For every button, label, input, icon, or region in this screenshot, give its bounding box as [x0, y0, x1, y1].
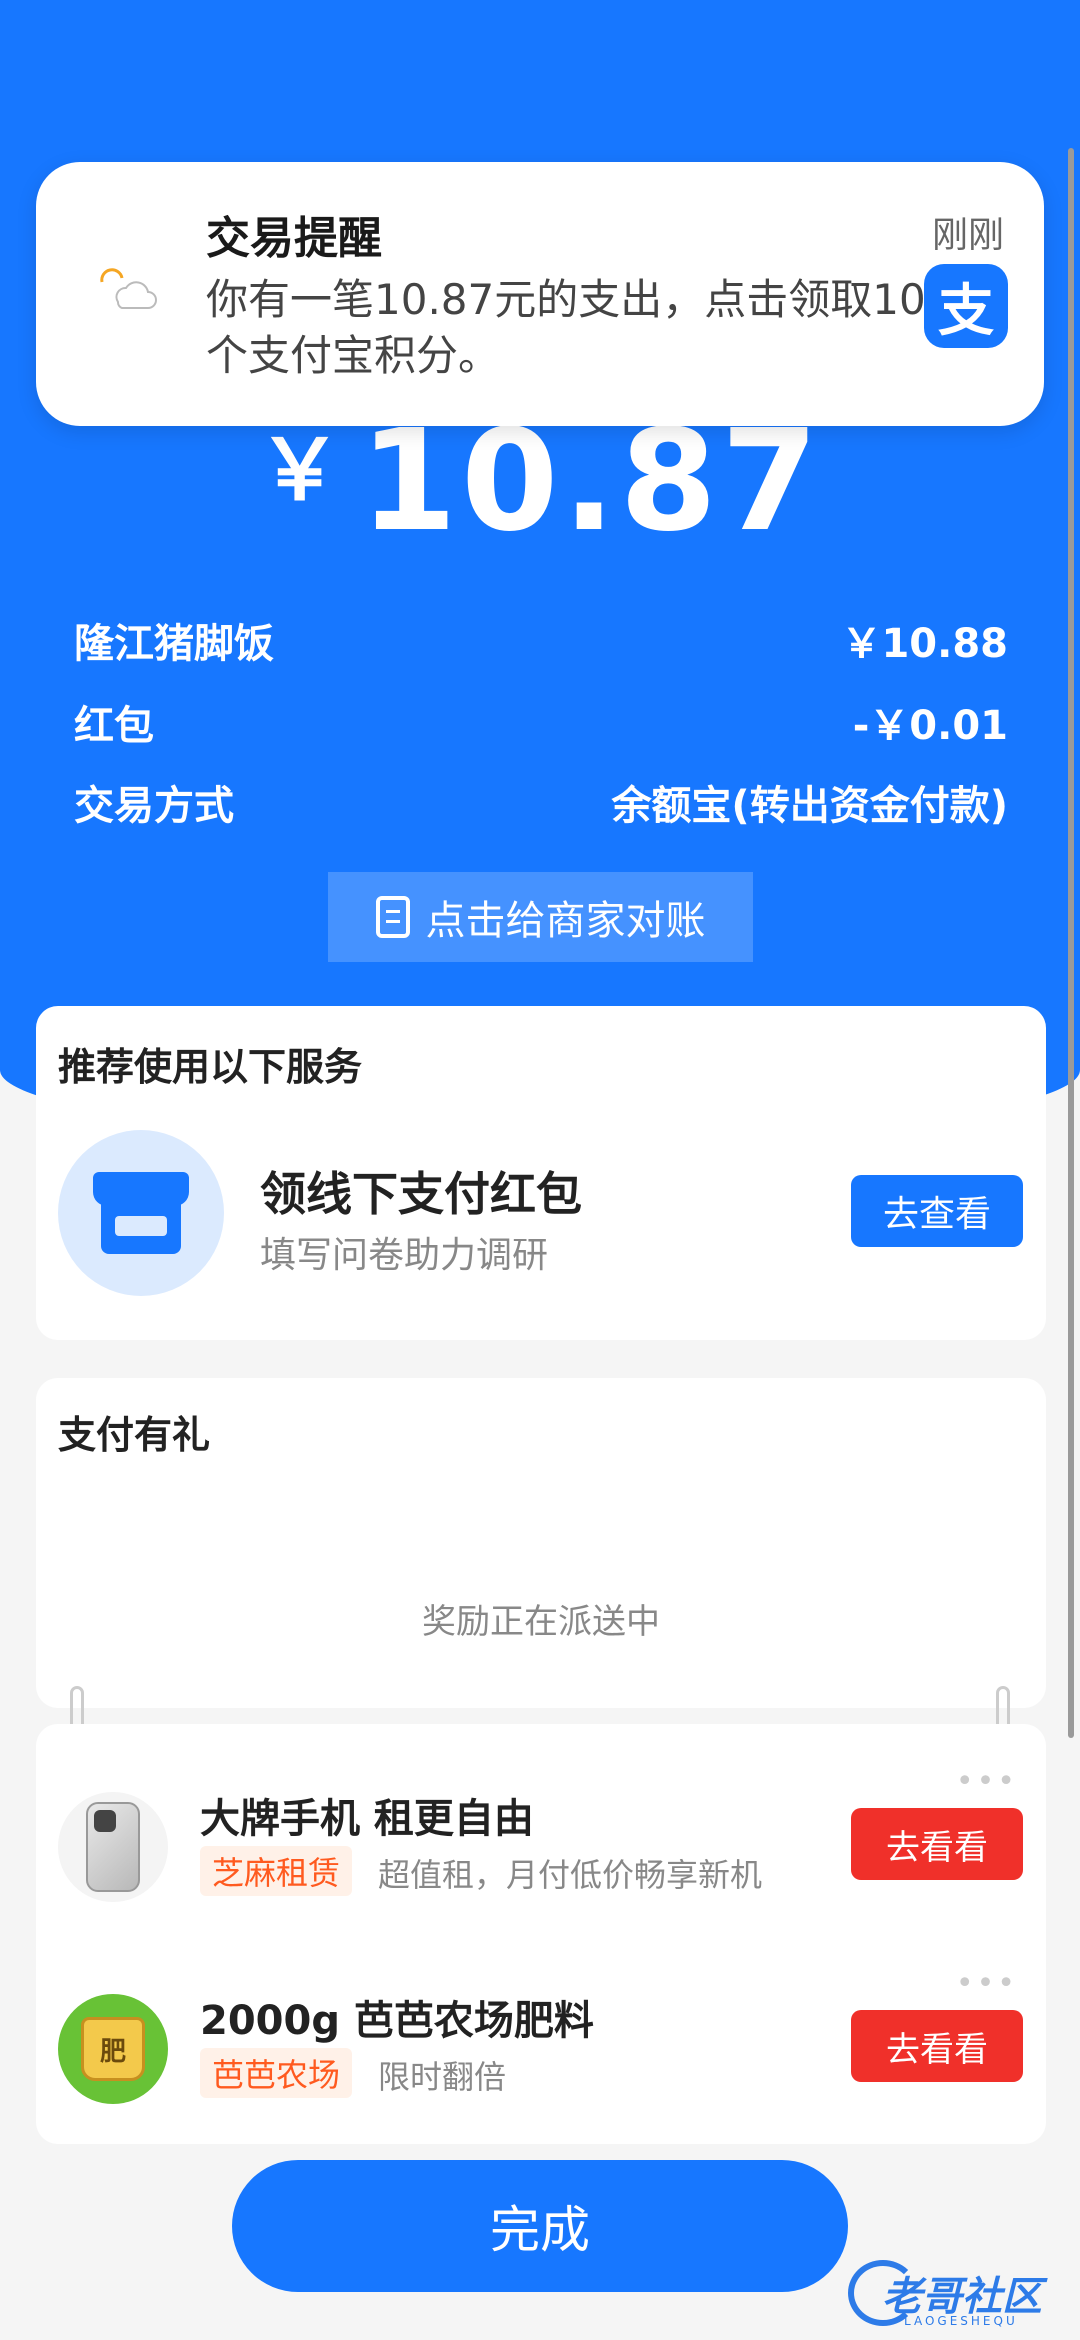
- gift-status: 奖励正在派送中: [422, 1602, 660, 1642]
- store-icon-badge: [58, 1130, 224, 1296]
- fertilizer-bag-icon: 肥: [58, 1994, 168, 2104]
- offer-tag: 芝麻租赁: [200, 1846, 353, 1896]
- detail-value: -￥0.01: [852, 703, 1008, 749]
- offer-tag: 芭芭农场: [200, 2048, 353, 2098]
- detail-label: 红包: [74, 703, 154, 749]
- offer-title: 2000g 芭芭农场肥料: [200, 1998, 594, 2044]
- recommend-title: 推荐使用以下服务: [58, 1045, 363, 1089]
- phone-icon: [58, 1792, 168, 1902]
- done-button[interactable]: 完成: [232, 2160, 848, 2292]
- recommend-item-title: 领线下支付红包: [260, 1167, 582, 1221]
- reconcile-button[interactable]: 点击给商家对账: [328, 872, 753, 962]
- offer-view-button[interactable]: 去看看: [851, 2010, 1023, 2082]
- gift-card: 支付有礼 奖励正在派送中: [36, 1378, 1046, 1708]
- offer-view-button[interactable]: 去看看: [851, 1808, 1023, 1880]
- notification-body: 你有一笔10.87元的支出，点击领取10个支付宝积分。: [206, 275, 926, 380]
- store-icon: [93, 1172, 189, 1254]
- reconcile-label: 点击给商家对账: [425, 898, 706, 944]
- detail-row-merchant: 隆江猪脚饭 ￥10.88: [74, 610, 1008, 670]
- currency-symbol: ￥: [257, 421, 346, 519]
- scrollbar[interactable]: [1068, 148, 1074, 1738]
- offer-title: 大牌手机 租更自由: [200, 1796, 534, 1842]
- notification-title: 交易提醒: [206, 213, 382, 264]
- offer-desc: 超值租，月付低价畅享新机: [378, 1856, 763, 1894]
- detail-row-method: 交易方式 余额宝(转出资金付款): [74, 772, 1008, 832]
- recommend-card: 推荐使用以下服务 领线下支付红包 填写问卷助力调研 去查看: [36, 1006, 1046, 1340]
- watermark-logo: 老哥社区 LAOGESHEQU: [844, 2252, 1080, 2340]
- offer-desc: 限时翻倍: [378, 2058, 507, 2096]
- detail-value: 余额宝(转出资金付款): [611, 783, 1008, 829]
- detail-label: 交易方式: [74, 783, 234, 829]
- notification-banner[interactable]: 交易提醒 你有一笔10.87元的支出，点击领取10个支付宝积分。 刚刚 支: [36, 162, 1044, 426]
- more-icon[interactable]: •••: [956, 1966, 1018, 2001]
- recommend-item-subtitle: 填写问卷助力调研: [260, 1235, 549, 1276]
- cloud-icon: [100, 268, 157, 309]
- gift-title: 支付有礼: [58, 1413, 211, 1457]
- detail-row-red-packet: 红包 -￥0.01: [74, 692, 1008, 752]
- alipay-logo-icon: 支: [924, 264, 1008, 348]
- detail-label: 隆江猪脚饭: [74, 621, 274, 667]
- document-icon: [375, 896, 410, 938]
- detail-value: ￥10.88: [841, 621, 1008, 667]
- offers-card: ••• 大牌手机 租更自由 芝麻租赁 超值租，月付低价畅享新机 去看看 ••• …: [36, 1724, 1046, 2144]
- view-service-button[interactable]: 去查看: [851, 1175, 1023, 1247]
- notification-time: 刚刚: [931, 215, 1004, 256]
- more-icon[interactable]: •••: [956, 1764, 1018, 1799]
